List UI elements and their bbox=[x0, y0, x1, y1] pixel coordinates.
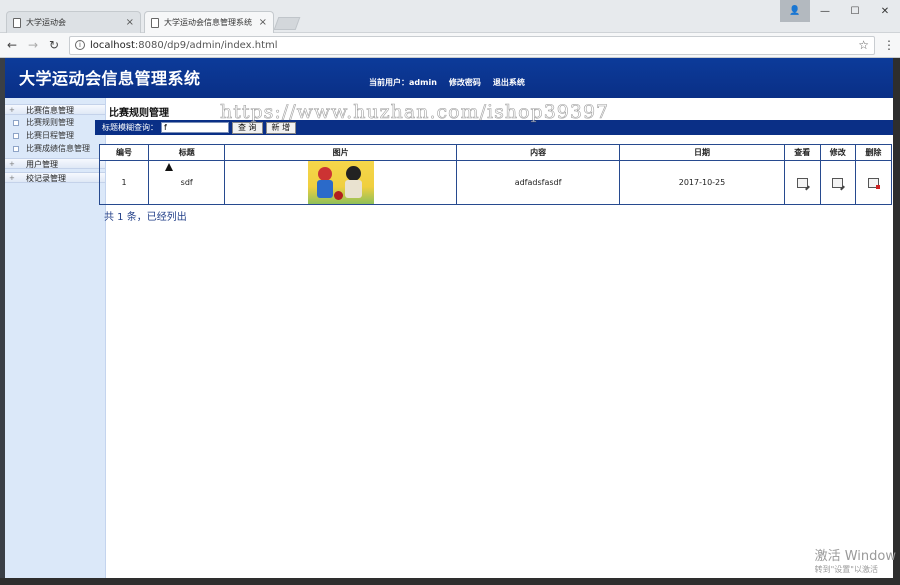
cell-view bbox=[783, 160, 821, 205]
title-search-input[interactable] bbox=[161, 122, 229, 133]
table-header-row: 编号 标题 图片 内容 日期 查看 修改 删除 bbox=[98, 144, 893, 161]
user-profile-icon[interactable]: 👤 bbox=[780, 0, 810, 22]
bookmark-star-icon[interactable]: ☆ bbox=[858, 38, 869, 52]
rules-table: 编号 标题 图片 内容 日期 查看 修改 删除 1 sdf adfadsfasd… bbox=[98, 144, 893, 205]
col-header-image: 图片 bbox=[224, 144, 457, 161]
record-count-summary: 共 1 条，已经列出 bbox=[104, 212, 187, 223]
forward-arrow-icon[interactable]: → bbox=[24, 36, 42, 54]
delete-icon[interactable] bbox=[867, 177, 880, 189]
cell-date: 2017-10-25 bbox=[619, 160, 785, 205]
app-header: 大学运动会信息管理系统 当前用户：admin 修改密码 退出系统 bbox=[5, 58, 893, 98]
reload-icon[interactable]: ↻ bbox=[45, 36, 63, 54]
url-host: localhost bbox=[90, 39, 135, 51]
table-row: 1 sdf adfadsfasdf 2017-10-25 bbox=[98, 160, 893, 205]
query-button[interactable]: 查 询 bbox=[232, 121, 263, 134]
page-title: 比赛规则管理 bbox=[109, 108, 169, 119]
cell-id: 1 bbox=[98, 160, 150, 205]
tab-close-icon[interactable]: × bbox=[259, 17, 267, 28]
sidebar: 比赛信息管理 比赛规则管理 比赛日程管理 比赛成绩信息管理 用户管理 校记录管理 bbox=[5, 98, 106, 578]
cell-edit bbox=[819, 160, 856, 205]
url-text: localhost:8080/dp9/admin/index.html bbox=[90, 40, 858, 51]
col-header-edit: 修改 bbox=[819, 144, 856, 161]
url-input[interactable]: i localhost:8080/dp9/admin/index.html ☆ bbox=[69, 35, 875, 55]
window-frame-right bbox=[893, 58, 900, 578]
search-bar: 标题模糊查询： 查 询 新 增 bbox=[95, 120, 893, 135]
windows-activation-notice: 激活 Window 转到"设置"以激活 bbox=[815, 545, 896, 575]
tab-title: 大学运动会 bbox=[26, 18, 66, 27]
window-frame-bottom bbox=[0, 578, 900, 585]
col-header-date: 日期 bbox=[619, 144, 785, 161]
cell-content: adfadsfasdf bbox=[455, 160, 621, 205]
tab-close-icon[interactable]: × bbox=[126, 17, 134, 28]
page-icon bbox=[151, 17, 159, 28]
sidebar-item-match-schedule[interactable]: 比赛日程管理 bbox=[5, 129, 105, 142]
browser-tab-1[interactable]: 大学运动会 × bbox=[6, 11, 141, 33]
browser-tab-2[interactable]: 大学运动会信息管理系统 × bbox=[144, 11, 274, 33]
close-window-button[interactable]: ✕ bbox=[870, 0, 900, 22]
new-tab-button[interactable] bbox=[273, 17, 301, 30]
search-label: 标题模糊查询： bbox=[102, 123, 158, 132]
tab-title: 大学运动会信息管理系统 bbox=[164, 18, 252, 27]
back-arrow-icon[interactable]: ← bbox=[3, 36, 21, 54]
browser-menu-icon[interactable]: ⋮ bbox=[883, 38, 895, 52]
sidebar-item-match-results[interactable]: 比赛成绩信息管理 bbox=[5, 142, 105, 155]
app-title: 大学运动会信息管理系统 bbox=[19, 69, 201, 88]
main-content: 比赛规则管理 标题模糊查询： 查 询 新 增 编号 标题 图片 内容 日期 查看… bbox=[95, 98, 893, 578]
edit-icon[interactable] bbox=[832, 177, 844, 188]
sidebar-group-users[interactable]: 用户管理 bbox=[5, 158, 105, 170]
sidebar-group-school-records[interactable]: 校记录管理 bbox=[5, 172, 105, 184]
mouse-cursor-icon bbox=[164, 162, 174, 172]
col-header-delete: 删除 bbox=[854, 144, 893, 161]
sidebar-group-match-info[interactable]: 比赛信息管理 bbox=[5, 104, 105, 116]
activation-title: 激活 Window bbox=[814, 549, 896, 564]
minimize-button[interactable]: — bbox=[810, 0, 840, 22]
cell-title: sdf bbox=[148, 160, 226, 205]
col-header-id: 编号 bbox=[98, 144, 150, 161]
activation-subtitle: 转到"设置"以激活 bbox=[814, 565, 878, 574]
maximize-button[interactable]: ☐ bbox=[840, 0, 870, 22]
col-header-title: 标题 bbox=[148, 144, 226, 161]
col-header-view: 查看 bbox=[783, 144, 821, 161]
view-icon[interactable] bbox=[796, 177, 808, 188]
address-bar: ← → ↻ i localhost:8080/dp9/admin/index.h… bbox=[0, 33, 900, 58]
cell-image bbox=[224, 160, 457, 205]
window-controls: 👤 — ☐ ✕ bbox=[780, 0, 900, 22]
url-path: :8080/dp9/admin/index.html bbox=[134, 39, 278, 51]
user-bar: 当前用户：admin 修改密码 退出系统 bbox=[369, 77, 525, 88]
col-header-content: 内容 bbox=[455, 144, 621, 161]
browser-tab-bar: 大学运动会 × 大学运动会信息管理系统 × 👤 — ☐ ✕ bbox=[0, 0, 900, 33]
cell-delete bbox=[854, 160, 893, 205]
current-user-label: 当前用户：admin bbox=[369, 78, 437, 87]
info-icon[interactable]: i bbox=[75, 40, 85, 50]
page-icon bbox=[13, 17, 21, 28]
add-button[interactable]: 新 增 bbox=[265, 121, 297, 134]
logout-link[interactable]: 退出系统 bbox=[493, 77, 525, 88]
rule-thumbnail-image bbox=[307, 161, 374, 204]
sidebar-item-match-rules[interactable]: 比赛规则管理 bbox=[5, 116, 105, 129]
change-password-link[interactable]: 修改密码 bbox=[449, 77, 481, 88]
